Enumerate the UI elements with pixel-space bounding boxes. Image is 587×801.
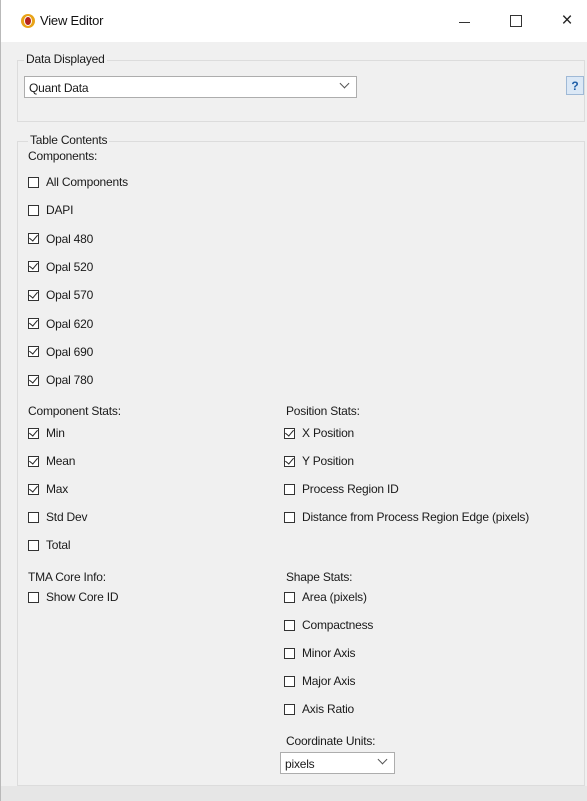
checkbox-label: Opal 690: [46, 344, 94, 359]
component-stat-checkbox-max[interactable]: Max: [28, 482, 68, 496]
shape-stats-label: Shape Stats:: [286, 570, 353, 584]
checkbox-label: Opal 570: [46, 288, 94, 303]
checkbox-label: Compactness: [302, 618, 374, 632]
checkbox-label: Std Dev: [46, 510, 88, 524]
checkbox-unchecked-icon: [284, 675, 295, 687]
maximize-icon: [510, 15, 522, 27]
shape-stat-checkbox-axis-ratio[interactable]: Axis Ratio: [284, 702, 354, 716]
checkbox-unchecked-icon: [28, 176, 39, 188]
minimize-button[interactable]: [441, 7, 487, 35]
checkbox-label: All Components: [46, 175, 128, 189]
shape-stat-checkbox-minor-axis[interactable]: Minor Axis: [284, 646, 356, 660]
checkbox-checked-icon: [28, 374, 39, 386]
checkbox-label: Show Core ID: [46, 590, 119, 604]
position-stats-label: Position Stats:: [286, 404, 360, 418]
checkbox-label: Opal 620: [46, 316, 94, 331]
checkbox-unchecked-icon: [284, 511, 295, 523]
close-button[interactable]: ×: [544, 7, 587, 35]
component-stat-checkbox-min[interactable]: Min: [28, 426, 65, 440]
checkbox-label: Area (pixels): [302, 590, 367, 604]
checkbox-label: Opal 780: [46, 373, 94, 388]
checkbox-checked-icon: [284, 455, 295, 467]
checkbox-checked-icon: [28, 289, 39, 301]
chevron-down-icon: [339, 78, 350, 89]
title-bar: View Editor ×: [1, 0, 587, 42]
help-button[interactable]: ?: [566, 76, 584, 95]
checkbox-unchecked-icon: [284, 591, 295, 603]
app-logo-icon: [21, 14, 35, 28]
component-checkbox-opal-520[interactable]: Opal 520: [28, 260, 93, 274]
components-label: Components:: [28, 149, 98, 163]
checkbox-checked-icon: [28, 455, 39, 467]
component-stat-checkbox-mean[interactable]: Mean: [28, 454, 75, 468]
component-checkbox-all-components[interactable]: All Components: [28, 175, 128, 189]
close-icon: ×: [561, 10, 573, 31]
bottom-strip: [1, 786, 587, 801]
checkbox-checked-icon: [28, 318, 39, 329]
table-contents-legend: Table Contents: [28, 133, 110, 147]
help-icon: ?: [571, 78, 579, 93]
checkbox-unchecked-icon: [28, 539, 39, 551]
data-displayed-value: Quant Data: [29, 81, 89, 95]
shape-stat-checkbox-compactness[interactable]: Compactness: [284, 618, 373, 632]
component-stats-label: Component Stats:: [28, 404, 121, 418]
position-stat-checkbox-process-region-id[interactable]: Process Region ID: [284, 482, 399, 496]
checkbox-label: DAPI: [46, 203, 74, 218]
checkbox-unchecked-icon: [284, 619, 295, 631]
checkbox-checked-icon: [28, 346, 39, 358]
tma-core-info-label: TMA Core Info:: [28, 570, 106, 584]
checkbox-label: Max: [46, 482, 69, 496]
checkbox-unchecked-icon: [284, 647, 295, 659]
data-displayed-legend: Data Displayed: [24, 52, 107, 66]
tma-checkbox-show-core-id[interactable]: Show Core ID: [28, 590, 118, 604]
checkbox-label: Minor Axis: [302, 646, 356, 660]
component-checkbox-opal-620[interactable]: Opal 620: [28, 317, 93, 331]
shape-stat-checkbox-major-axis[interactable]: Major Axis: [284, 674, 356, 688]
component-checkbox-opal-570[interactable]: Opal 570: [28, 288, 93, 302]
checkbox-label: Total: [46, 538, 71, 552]
checkbox-label: Opal 480: [46, 231, 94, 246]
position-stat-checkbox-y-position[interactable]: Y Position: [284, 454, 354, 468]
checkbox-label: Opal 520: [46, 259, 94, 274]
component-checkbox-dapi[interactable]: DAPI: [28, 203, 73, 217]
checkbox-checked-icon: [28, 233, 39, 245]
checkbox-checked-icon: [28, 261, 39, 273]
checkbox-label: Min: [46, 426, 65, 440]
view-editor-window: View Editor × Data Displayed Quant Data …: [0, 0, 587, 801]
coordinate-units-select[interactable]: pixels: [280, 752, 395, 774]
checkbox-label: Process Region ID: [302, 482, 399, 496]
coordinate-units-value: pixels: [285, 757, 315, 771]
checkbox-unchecked-icon: [284, 483, 295, 495]
checkbox-label: Y Position: [302, 454, 354, 468]
checkbox-label: Major Axis: [302, 674, 356, 688]
checkbox-checked-icon: [284, 427, 295, 439]
chevron-down-icon: [377, 754, 388, 765]
component-checkbox-opal-480[interactable]: Opal 480: [28, 232, 93, 246]
component-checkbox-opal-780[interactable]: Opal 780: [28, 373, 93, 387]
coordinate-units-label: Coordinate Units:: [286, 734, 376, 748]
component-stat-checkbox-total[interactable]: Total: [28, 538, 71, 552]
window-title: View Editor: [40, 13, 104, 28]
position-stat-checkbox-distance-from-process-region-edge-pixels[interactable]: Distance from Process Region Edge (pixel…: [284, 510, 529, 524]
checkbox-unchecked-icon: [28, 511, 39, 523]
component-checkbox-opal-690[interactable]: Opal 690: [28, 345, 93, 359]
checkbox-label: Axis Ratio: [302, 702, 355, 716]
data-displayed-select[interactable]: Quant Data: [24, 76, 357, 98]
maximize-button[interactable]: [493, 7, 539, 35]
checkbox-unchecked-icon: [28, 591, 39, 603]
checkbox-unchecked-icon: [284, 703, 295, 715]
checkbox-unchecked-icon: [28, 204, 39, 216]
checkbox-label: Distance from Process Region Edge (pixel…: [302, 510, 530, 524]
checkbox-label: Mean: [46, 454, 76, 468]
checkbox-checked-icon: [28, 427, 39, 439]
position-stat-checkbox-x-position[interactable]: X Position: [284, 426, 354, 440]
component-stat-checkbox-std-dev[interactable]: Std Dev: [28, 510, 87, 524]
minimize-icon: [458, 21, 470, 23]
checkbox-label: X Position: [302, 426, 355, 440]
shape-stat-checkbox-area-pixels[interactable]: Area (pixels): [284, 590, 367, 604]
checkbox-checked-icon: [28, 483, 39, 495]
